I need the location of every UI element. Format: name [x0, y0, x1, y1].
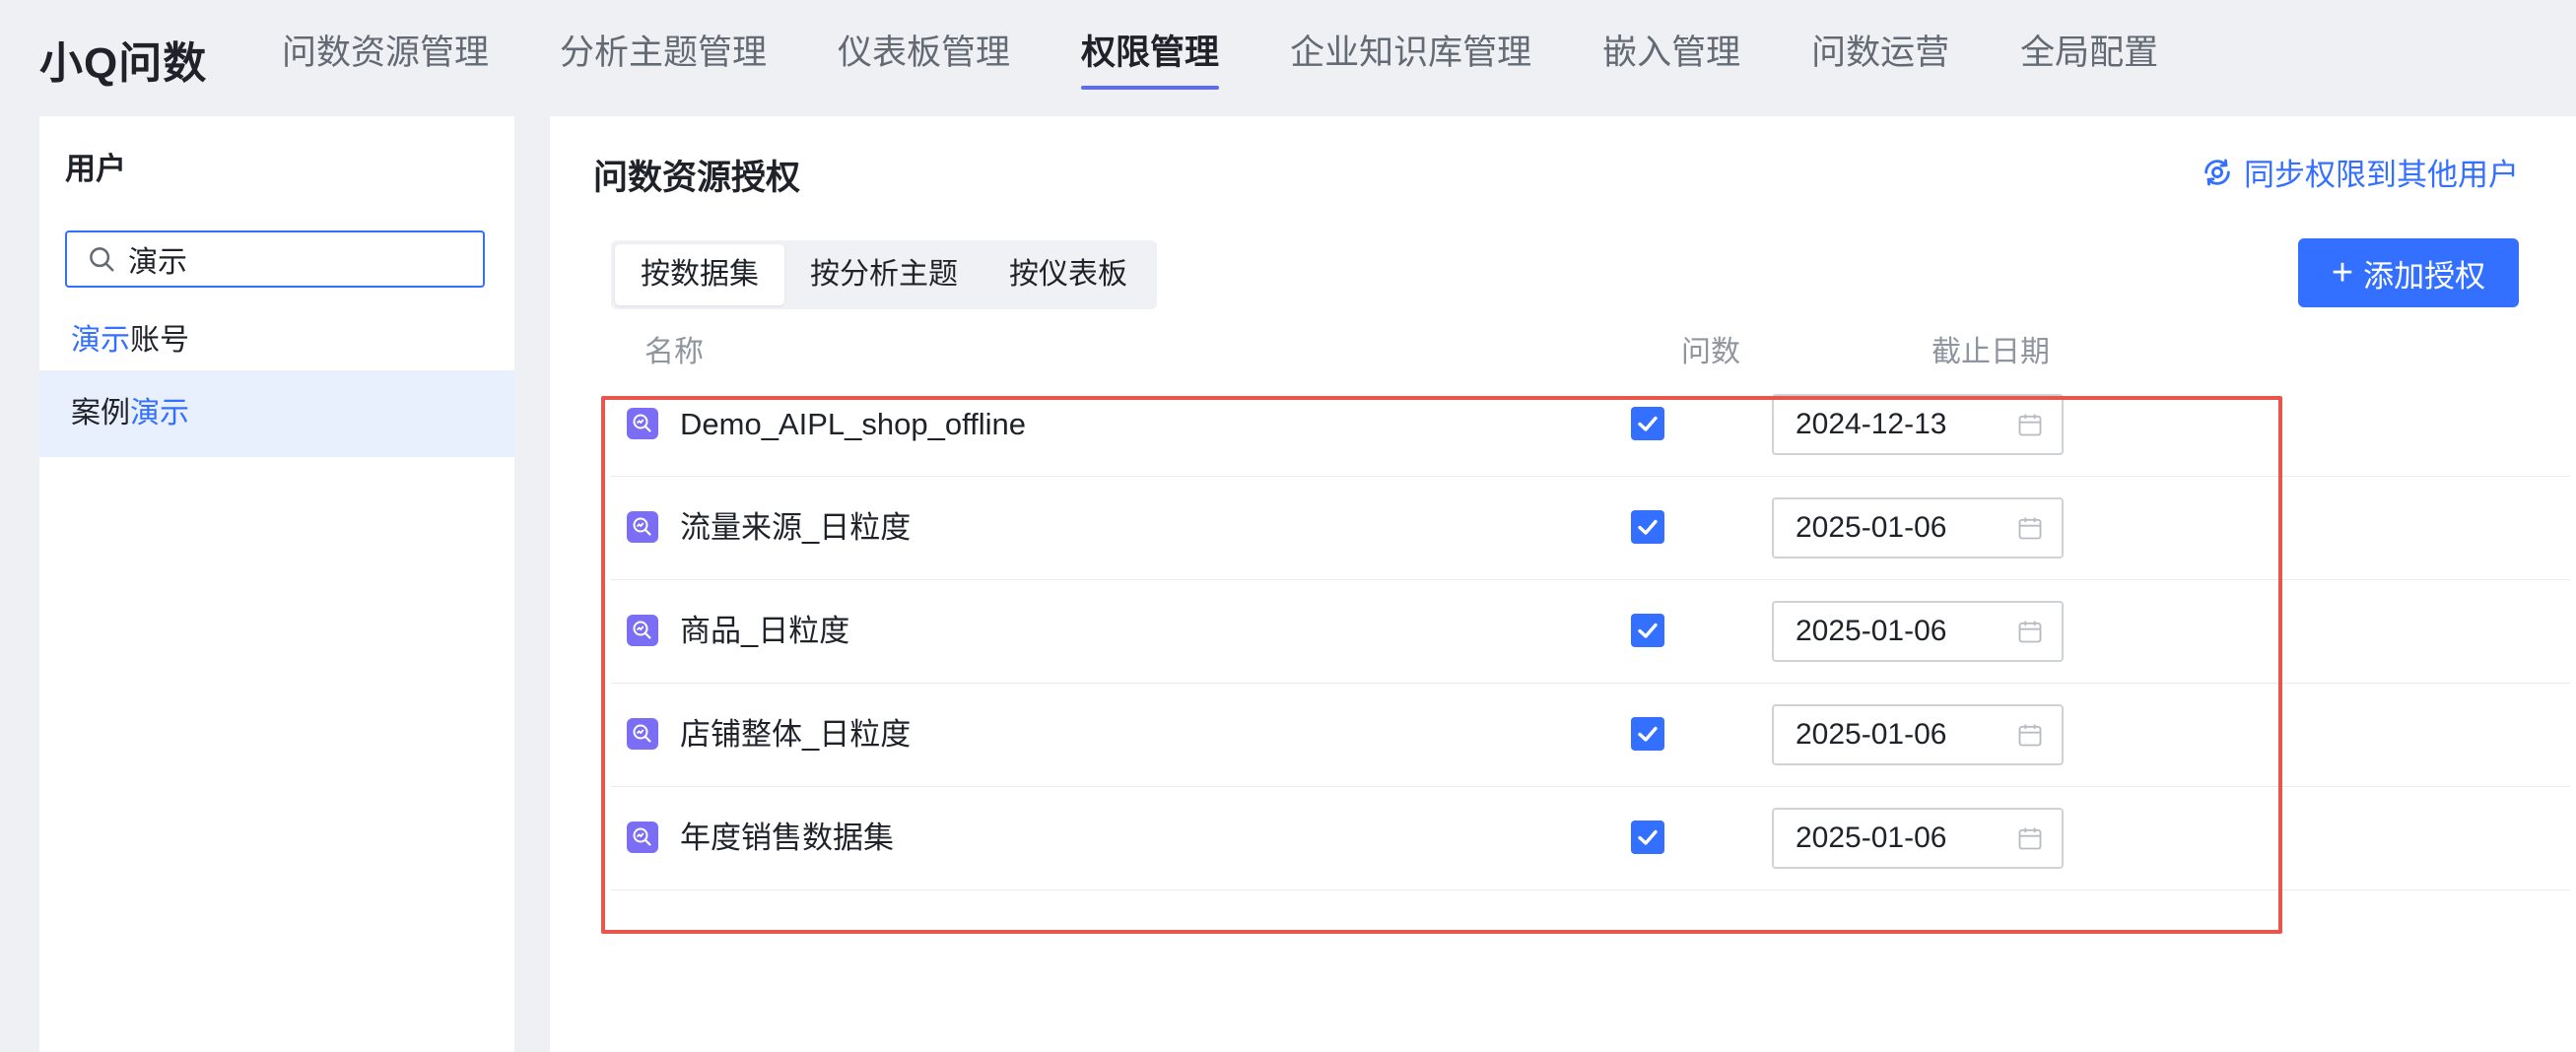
sync-permission-link[interactable]: 同步权限到其他用户 [2201, 150, 2519, 194]
add-grant-button[interactable]: + 添加授权 [2298, 238, 2519, 307]
user-search-box[interactable] [65, 230, 485, 288]
user-item-label: 案例 [71, 397, 130, 429]
table-row: Demo_AIPL_shop_offline 2024-12-13 [611, 372, 2570, 477]
sync-permission-label: 同步权限到其他用户 [2244, 158, 2519, 192]
user-item-match: 演示 [71, 324, 130, 357]
deadline-date-value: 2025-01-06 [1796, 615, 1947, 647]
ask-checkbox[interactable] [1631, 407, 1664, 440]
dataset-icon [627, 408, 658, 439]
table-row: 流量来源_日粒度 2025-01-06 [611, 476, 2570, 580]
deadline-date-picker[interactable]: 2025-01-06 [1772, 704, 2064, 765]
deadline-date-value: 2024-12-13 [1796, 408, 1947, 440]
table-row: 商品_日粒度 2025-01-06 [611, 579, 2570, 684]
dataset-name: 店铺整体_日粒度 [680, 717, 912, 752]
nav-item-topic[interactable]: 分析主题管理 [560, 0, 767, 116]
sync-eye-icon [2204, 159, 2230, 185]
dataset-icon [627, 615, 658, 646]
ask-checkbox[interactable] [1631, 821, 1664, 854]
ask-checkbox[interactable] [1631, 614, 1664, 647]
dataset-icon [627, 511, 658, 543]
plus-icon: + [2331, 252, 2354, 294]
dataset-name: 年度销售数据集 [680, 821, 894, 855]
deadline-date-picker[interactable]: 2025-01-06 [1772, 808, 2064, 869]
tab-by-dataset[interactable]: 按数据集 [615, 244, 784, 305]
check-icon [1638, 623, 1658, 638]
main-content-card: 问数资源授权 同步权限到其他用户 按数据集 按分析主题 按仪表板 + 添加授权 … [550, 116, 2576, 1052]
nav-item-resource[interactable]: 问数资源管理 [282, 0, 489, 116]
ask-checkbox[interactable] [1631, 717, 1664, 751]
calendar-icon [2018, 517, 2042, 540]
calendar-icon [2018, 621, 2042, 643]
nav-item-knowledge-base[interactable]: 企业知识库管理 [1290, 0, 1531, 116]
dataset-icon [627, 718, 658, 750]
user-item-label: 账号 [130, 324, 189, 357]
nav-item-operation[interactable]: 问数运营 [1811, 0, 1949, 116]
main-nav: 问数资源管理 分析主题管理 仪表板管理 权限管理 企业知识库管理 嵌入管理 问数… [282, 0, 2229, 116]
calendar-icon [2018, 724, 2042, 747]
deadline-date-picker[interactable]: 2024-12-13 [1772, 394, 2064, 455]
search-icon [90, 247, 114, 272]
deadline-date-value: 2025-01-06 [1796, 718, 1947, 751]
ask-checkbox[interactable] [1631, 510, 1664, 544]
grant-type-tabs: 按数据集 按分析主题 按仪表板 [611, 240, 1157, 309]
deadline-date-picker[interactable]: 2025-01-06 [1772, 497, 2064, 559]
deadline-date-value: 2025-01-06 [1796, 511, 1947, 544]
check-icon [1638, 519, 1658, 535]
nav-item-embed[interactable]: 嵌入管理 [1602, 0, 1740, 116]
table-row: 年度销售数据集 2025-01-06 [611, 786, 2570, 890]
dataset-name: 商品_日粒度 [680, 614, 850, 648]
page-title: 问数资源授权 [593, 159, 801, 197]
check-icon [1638, 829, 1658, 845]
nav-item-permission[interactable]: 权限管理 [1081, 0, 1220, 116]
nav-item-global-config[interactable]: 全局配置 [2020, 0, 2158, 116]
user-panel-title: 用户 [65, 152, 126, 186]
dataset-name: Demo_AIPL_shop_offline [680, 407, 1027, 441]
deadline-date-picker[interactable]: 2025-01-06 [1772, 601, 2064, 662]
dataset-icon [627, 822, 658, 853]
add-grant-label: 添加授权 [2363, 258, 2486, 294]
user-item-case-demo[interactable]: 案例演示 [39, 370, 514, 457]
table-row: 店铺整体_日粒度 2025-01-06 [611, 683, 2570, 787]
check-icon [1638, 726, 1658, 742]
calendar-icon [2018, 414, 2042, 436]
tab-by-dashboard[interactable]: 按仪表板 [983, 244, 1153, 305]
column-header-name: 名称 [644, 336, 704, 368]
check-icon [1638, 416, 1658, 431]
deadline-date-value: 2025-01-06 [1796, 822, 1947, 854]
brand-logo: 小Q问数 [39, 39, 208, 88]
user-search-input[interactable] [128, 242, 443, 276]
column-header-deadline: 截止日期 [1932, 336, 2050, 368]
calendar-icon [2018, 827, 2042, 850]
tab-by-topic[interactable]: 按分析主题 [784, 244, 983, 305]
nav-item-dashboard[interactable]: 仪表板管理 [838, 0, 1010, 116]
column-header-ask: 问数 [1681, 336, 1740, 368]
dataset-name: 流量来源_日粒度 [680, 510, 912, 545]
user-panel: 用户 演示账号 案例演示 [39, 116, 514, 1052]
user-item-match: 演示 [130, 397, 189, 429]
top-navigation-bar: 小Q问数 问数资源管理 分析主题管理 仪表板管理 权限管理 企业知识库管理 嵌入… [0, 0, 2576, 116]
